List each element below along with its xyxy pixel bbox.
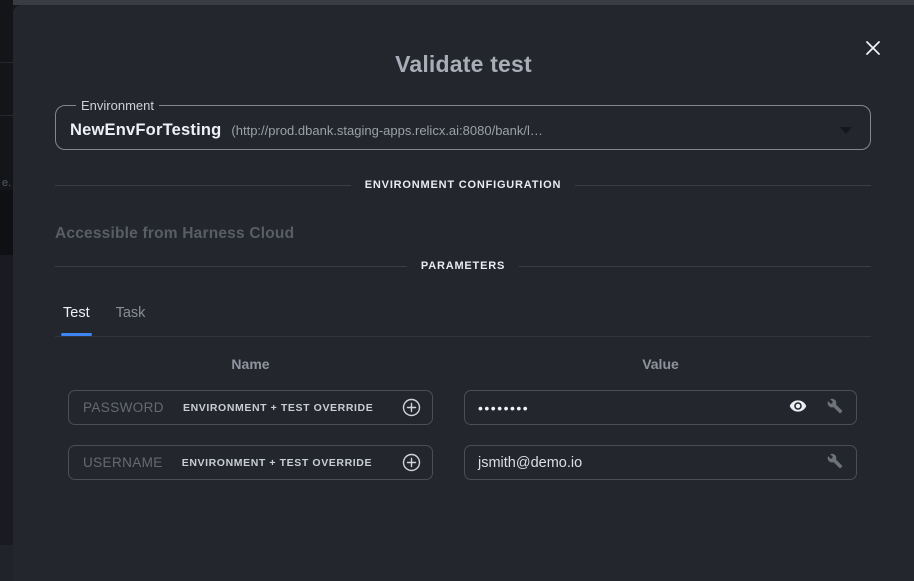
param-key-label: PASSWORD bbox=[83, 400, 164, 415]
param-value-username-field[interactable]: jsmith@demo.io bbox=[464, 445, 857, 480]
background-sidebar: e. bbox=[0, 0, 13, 581]
sidebar-divider bbox=[0, 62, 13, 63]
edit-value-button[interactable] bbox=[827, 398, 843, 417]
section-parameters: PARAMETERS bbox=[55, 260, 871, 272]
divider-line bbox=[55, 266, 407, 267]
environment-select[interactable]: Environment NewEnvForTesting (http://pro… bbox=[55, 98, 871, 150]
section-environment-configuration: ENVIRONMENT CONFIGURATION bbox=[55, 179, 871, 191]
edit-value-button[interactable] bbox=[827, 453, 843, 472]
override-badge: ENVIRONMENT + TEST OVERRIDE bbox=[182, 457, 372, 469]
password-masked-value: •••••••• bbox=[478, 400, 529, 416]
wrench-icon bbox=[827, 453, 843, 472]
tab-task[interactable]: Task bbox=[116, 298, 146, 336]
column-header-value: Value bbox=[464, 356, 857, 372]
sidebar-segment bbox=[0, 545, 13, 581]
param-name-password: PASSWORD ENVIRONMENT + TEST OVERRIDE bbox=[68, 390, 433, 425]
param-key-label: USERNAME bbox=[83, 455, 163, 470]
divider-line bbox=[575, 185, 871, 186]
param-name-username: USERNAME ENVIRONMENT + TEST OVERRIDE bbox=[68, 445, 433, 480]
eye-icon bbox=[789, 397, 807, 418]
show-password-button[interactable] bbox=[789, 397, 807, 418]
environment-select-label: Environment bbox=[76, 98, 159, 113]
override-badge: ENVIRONMENT + TEST OVERRIDE bbox=[183, 402, 373, 414]
section-label: ENVIRONMENT CONFIGURATION bbox=[365, 179, 561, 191]
sidebar-text-fragment: e. bbox=[2, 177, 11, 189]
screen: e. Validate test Environment NewEnvForTe… bbox=[0, 0, 914, 581]
add-override-button[interactable] bbox=[402, 398, 421, 417]
chevron-down-icon bbox=[840, 127, 852, 134]
environment-name: NewEnvForTesting bbox=[70, 121, 221, 140]
section-label: PARAMETERS bbox=[421, 260, 505, 272]
sidebar-divider bbox=[0, 115, 13, 116]
divider-line bbox=[55, 185, 351, 186]
sidebar-segment bbox=[0, 255, 13, 545]
column-header-name: Name bbox=[68, 356, 433, 372]
environment-note: Accessible from Harness Cloud bbox=[55, 225, 294, 243]
validate-test-dialog: Validate test Environment NewEnvForTesti… bbox=[13, 5, 914, 581]
divider-line bbox=[519, 266, 871, 267]
tab-test[interactable]: Test bbox=[63, 298, 90, 336]
sidebar-segment bbox=[0, 190, 13, 255]
username-value: jsmith@demo.io bbox=[478, 455, 582, 471]
param-value-password-field[interactable]: •••••••• bbox=[464, 390, 857, 425]
dialog-title: Validate test bbox=[13, 51, 914, 78]
add-override-button[interactable] bbox=[402, 453, 421, 472]
environment-url: (http://prod.dbank.staging-apps.relicx.a… bbox=[231, 123, 542, 138]
parameter-tabs: Test Task bbox=[55, 298, 871, 337]
wrench-icon bbox=[827, 398, 843, 417]
